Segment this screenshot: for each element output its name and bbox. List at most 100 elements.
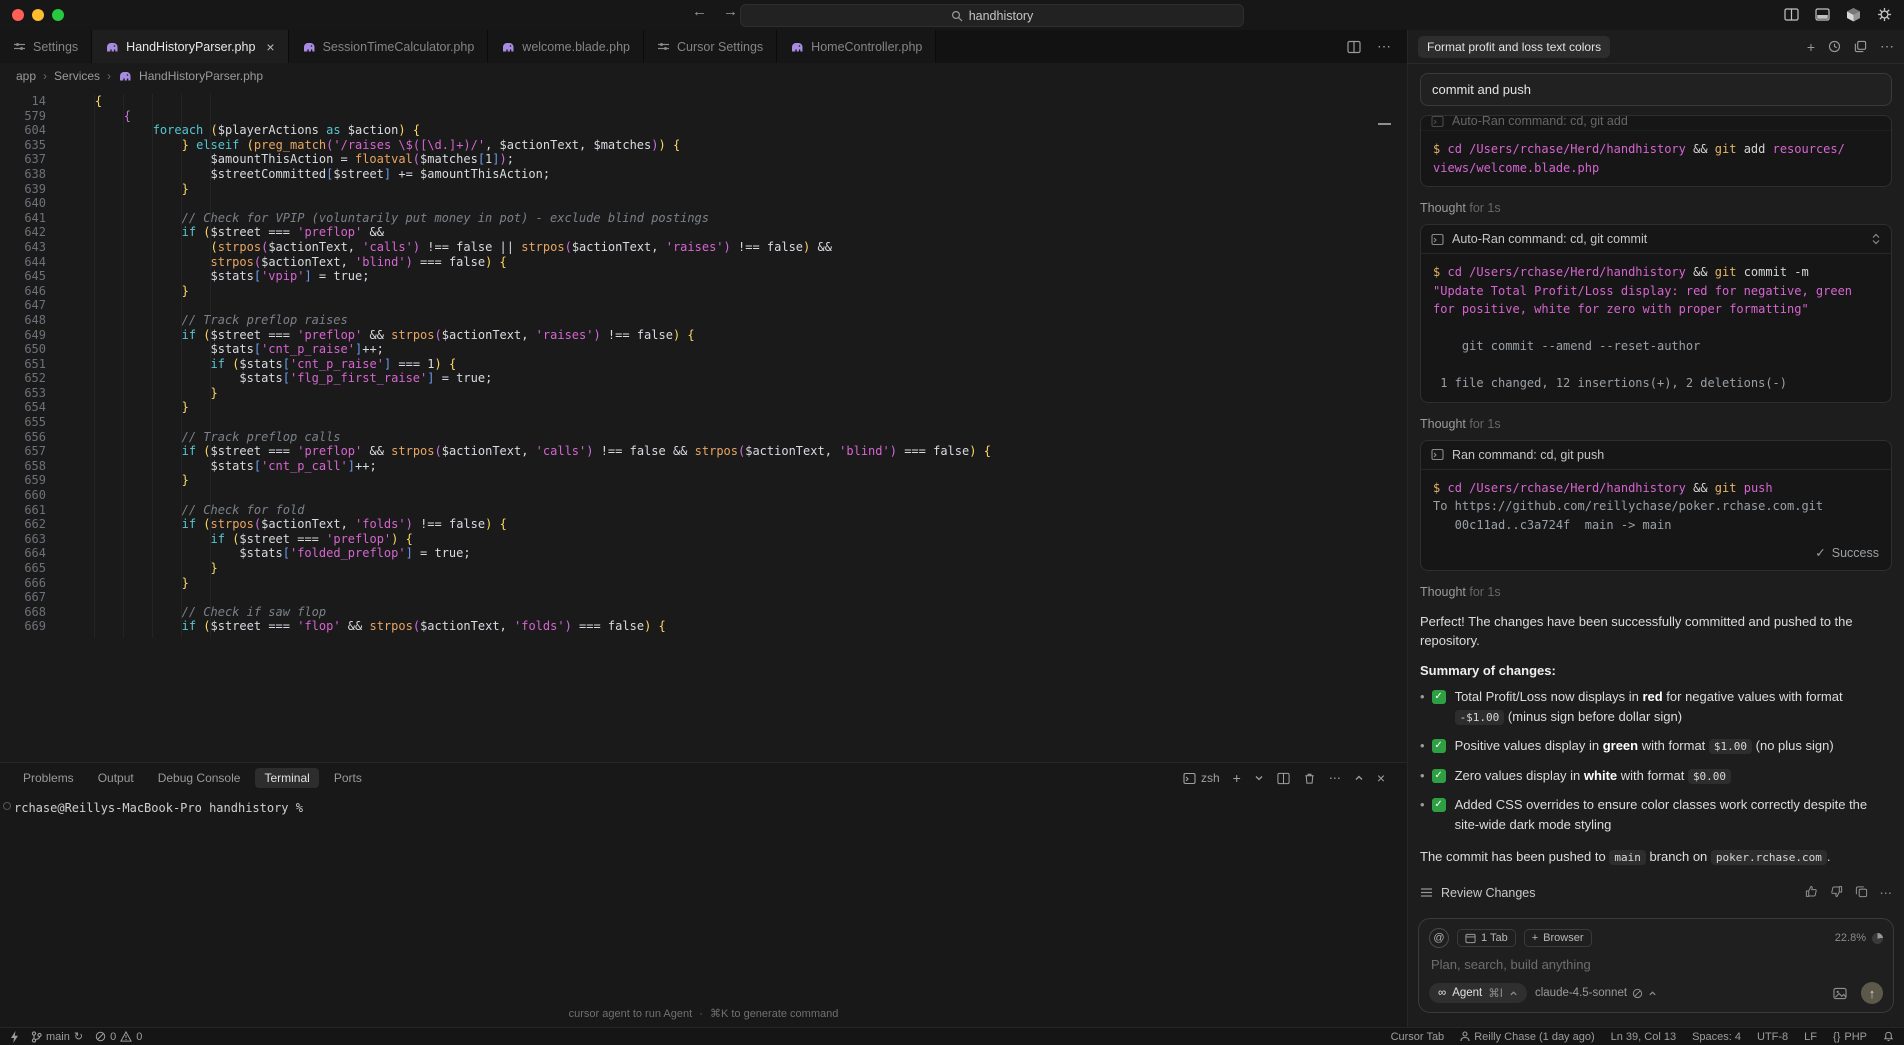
panel-tab-debug-console[interactable]: Debug Console xyxy=(149,768,250,788)
minimize-window-button[interactable] xyxy=(32,9,44,21)
language-indicator[interactable]: {} PHP xyxy=(1833,1031,1867,1043)
panel-tab-ports[interactable]: Ports xyxy=(325,768,371,788)
thought-row[interactable]: Thought for 1s xyxy=(1420,201,1892,215)
git-branch-indicator[interactable]: main ↻ xyxy=(31,1030,83,1043)
split-editor-icon[interactable] xyxy=(1347,40,1361,54)
code-line[interactable]: 662 if (strpos($actionText, 'folds') !==… xyxy=(0,517,1407,532)
code-line[interactable]: 665 } xyxy=(0,561,1407,576)
code-line[interactable]: 645 $stats['vpip'] = true; xyxy=(0,269,1407,284)
code-line[interactable]: 641 // Check for VPIP (voluntarily put m… xyxy=(0,211,1407,226)
review-more-icon[interactable]: ⋯ xyxy=(1880,885,1893,900)
code-line[interactable]: 635 } elseif (preg_match('/raises \$([\d… xyxy=(0,138,1407,153)
chat-composer[interactable]: @ 1 Tab + Browser 22.8% Plan, search, bu… xyxy=(1418,918,1894,1013)
code-line[interactable]: 656 // Track preflop calls xyxy=(0,430,1407,445)
panel-tab-problems[interactable]: Problems xyxy=(14,768,83,788)
toggle-panel-icon[interactable] xyxy=(1815,7,1830,22)
back-icon[interactable]: ← xyxy=(692,3,707,20)
chat-conversation[interactable]: commit and push Auto-Ran command: cd, gi… xyxy=(1408,64,1904,1027)
editor-tab-handhistoryparser-php[interactable]: HandHistoryParser.php × xyxy=(92,30,289,63)
remote-indicator[interactable] xyxy=(10,1030,19,1043)
code-line[interactable]: 640 xyxy=(0,196,1407,211)
code-line[interactable]: 579 { xyxy=(0,109,1407,124)
command-center-search[interactable]: handhistory xyxy=(740,4,1244,27)
code-line[interactable]: 650 $stats['cnt_p_raise']++; xyxy=(0,342,1407,357)
thumbs-down-icon[interactable] xyxy=(1830,885,1843,900)
code-line[interactable]: 644 strpos($actionText, 'blind') === fal… xyxy=(0,255,1407,270)
cursor-tab-indicator[interactable]: Cursor Tab xyxy=(1391,1031,1445,1043)
send-button[interactable]: ↑ xyxy=(1861,982,1883,1004)
browser-chip[interactable]: + Browser xyxy=(1523,929,1592,947)
code-line[interactable]: 653 } xyxy=(0,386,1407,401)
tab-context-chip[interactable]: 1 Tab xyxy=(1457,929,1516,947)
fold-marker[interactable] xyxy=(1378,123,1391,125)
code-line[interactable]: 659 } xyxy=(0,473,1407,488)
sync-icon[interactable]: ↻ xyxy=(74,1030,83,1043)
chat-more-icon[interactable]: ⋯ xyxy=(1880,38,1894,55)
close-panel-icon[interactable]: × xyxy=(1377,770,1385,786)
panel-tab-output[interactable]: Output xyxy=(89,768,143,788)
code-line[interactable]: 637 $amountThisAction = floatval($matche… xyxy=(0,152,1407,167)
blame-indicator[interactable]: Reilly Chase (1 day ago) xyxy=(1460,1031,1595,1043)
close-icon[interactable]: × xyxy=(266,39,274,55)
code-line[interactable]: 638 $streetCommitted[$street] += $amount… xyxy=(0,167,1407,182)
attach-image-icon[interactable] xyxy=(1833,987,1847,1000)
zoom-window-button[interactable] xyxy=(52,9,64,21)
code-line[interactable]: 648 // Track preflop raises xyxy=(0,313,1407,328)
chat-history-icon[interactable] xyxy=(1828,40,1841,53)
code-line[interactable]: 654 } xyxy=(0,400,1407,415)
thought-row[interactable]: Thought for 1s xyxy=(1420,585,1892,599)
thumbs-up-icon[interactable] xyxy=(1805,885,1818,900)
editor-tab-homecontroller-php[interactable]: HomeController.php xyxy=(777,30,937,63)
code-line[interactable]: 14 { xyxy=(0,94,1407,109)
toggle-columns-layout-icon[interactable] xyxy=(1784,7,1799,22)
code-line[interactable]: 658 $stats['cnt_p_call']++; xyxy=(0,459,1407,474)
notifications-bell-icon[interactable] xyxy=(1883,1031,1894,1042)
open-chat-in-editor-icon[interactable] xyxy=(1854,40,1867,53)
breadcrumb-item[interactable]: Services xyxy=(54,69,100,83)
kill-terminal-icon[interactable] xyxy=(1303,772,1316,785)
code-line[interactable]: 646 } xyxy=(0,284,1407,299)
editor-tab-cursor-settings[interactable]: Cursor Settings xyxy=(644,30,778,63)
review-changes-row[interactable]: Review Changes ⋯ xyxy=(1420,885,1892,900)
code-line[interactable]: 642 if ($street === 'preflop' && xyxy=(0,225,1407,240)
settings-gear-icon[interactable] xyxy=(1877,7,1892,22)
eol-indicator[interactable]: LF xyxy=(1804,1031,1817,1043)
model-selector[interactable]: claude-4.5-sonnet xyxy=(1535,987,1657,999)
forward-icon[interactable]: → xyxy=(723,3,738,20)
command-block-header[interactable]: Ran command: cd, git push xyxy=(1421,441,1891,470)
code-line[interactable]: 639 } xyxy=(0,182,1407,197)
editor-tab-sessiontimecalculator-php[interactable]: SessionTimeCalculator.php xyxy=(288,30,489,63)
command-block-header[interactable]: Auto-Ran command: cd, git add xyxy=(1421,116,1891,131)
code-line[interactable]: 649 if ($street === 'preflop' && strpos(… xyxy=(0,328,1407,343)
code-line[interactable]: 667 xyxy=(0,590,1407,605)
code-line[interactable]: 652 $stats['flg_p_first_raise'] = true; xyxy=(0,371,1407,386)
maximize-panel-chevron-icon[interactable] xyxy=(1354,773,1364,783)
chat-title-tab[interactable]: Format profit and loss text colors xyxy=(1418,35,1611,58)
terminal-output[interactable]: rchase@Reillys-MacBook-Pro handhistory % xyxy=(0,793,1407,815)
editor-tab-welcome-blade-php[interactable]: welcome.blade.php xyxy=(488,30,645,63)
code-line[interactable]: 657 if ($street === 'preflop' && strpos(… xyxy=(0,444,1407,459)
close-window-button[interactable] xyxy=(12,9,24,21)
user-message[interactable]: commit and push xyxy=(1420,73,1892,106)
add-context-button[interactable]: @ xyxy=(1429,928,1449,948)
mode-selector[interactable]: ∞ Agent ⌘I xyxy=(1429,983,1527,1003)
new-terminal-icon[interactable]: + xyxy=(1233,770,1241,786)
breadcrumb-item[interactable]: app xyxy=(16,69,36,83)
problems-indicator[interactable]: 0 0 xyxy=(95,1031,142,1043)
code-line[interactable]: 643 (strpos($actionText, 'calls') !== fa… xyxy=(0,240,1407,255)
editor-tab-settings[interactable]: Settings xyxy=(0,30,93,63)
cursor-cube-icon[interactable] xyxy=(1846,7,1861,22)
expand-collapse-icon[interactable] xyxy=(1871,233,1881,245)
code-line[interactable]: 604 foreach ($playerActions as $action) … xyxy=(0,123,1407,138)
copy-icon[interactable] xyxy=(1855,885,1868,900)
split-terminal-icon[interactable] xyxy=(1277,772,1290,785)
code-line[interactable]: 669 if ($street === 'flop' && strpos($ac… xyxy=(0,619,1407,634)
more-actions-icon[interactable]: ⋯ xyxy=(1377,38,1391,55)
code-line[interactable]: 651 if ($stats['cnt_p_raise'] === 1) { xyxy=(0,357,1407,372)
cursor-position-indicator[interactable]: Ln 39, Col 13 xyxy=(1611,1031,1676,1043)
thought-row[interactable]: Thought for 1s xyxy=(1420,417,1892,431)
code-line[interactable]: 666 } xyxy=(0,576,1407,591)
code-line[interactable]: 647 xyxy=(0,298,1407,313)
code-line[interactable]: 660 xyxy=(0,488,1407,503)
launch-profile-chevron-icon[interactable] xyxy=(1254,773,1264,783)
